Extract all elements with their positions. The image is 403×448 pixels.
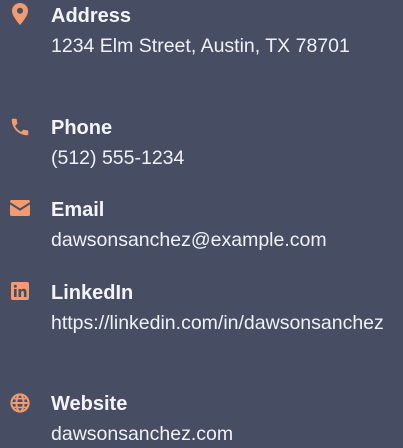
linkedin-label: LinkedIn	[51, 282, 134, 304]
website-label: Website	[51, 393, 128, 415]
phone-label: Phone	[51, 117, 113, 139]
linkedin-icon	[9, 280, 31, 302]
email-label: Email	[51, 199, 105, 221]
address-value: 1234 Elm Street, Austin, TX 78701	[51, 35, 350, 57]
email-value: dawsonsanchez@example.com	[51, 229, 327, 251]
website-value[interactable]: dawsonsanchez.com	[51, 420, 403, 448]
phone-value: (512) 555-1234	[51, 147, 185, 169]
envelope-icon	[9, 197, 31, 219]
map-pin-icon	[9, 3, 31, 25]
globe-icon	[9, 392, 31, 414]
phone-icon	[9, 116, 31, 138]
linkedin-value[interactable]: https://linkedin.com/in/dawsonsanchez	[51, 309, 403, 338]
address-label: Address	[51, 5, 132, 27]
